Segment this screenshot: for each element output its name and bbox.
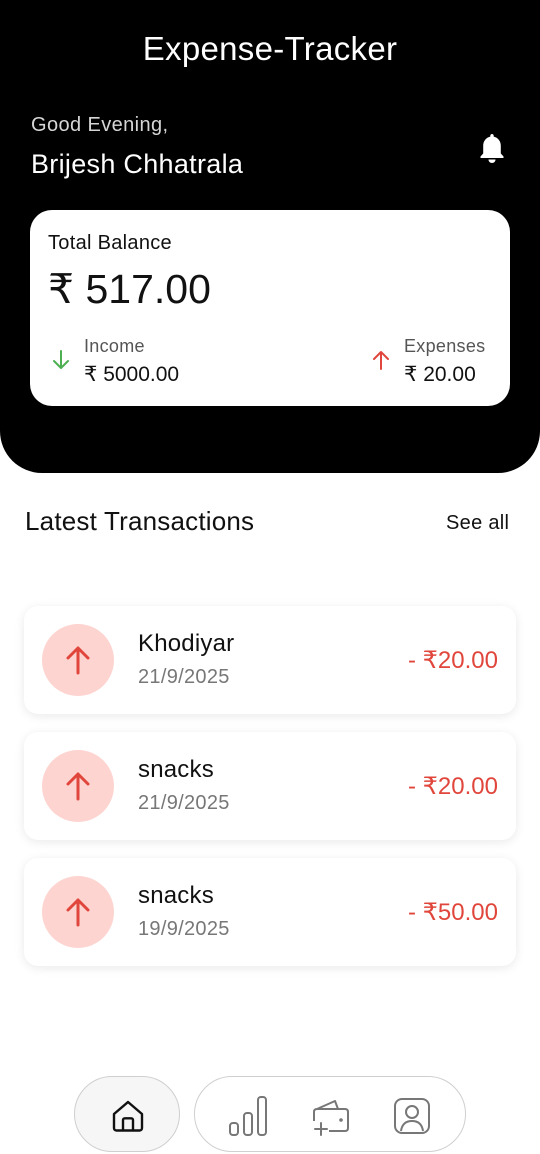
transaction-date: 19/9/2025 (138, 918, 230, 940)
transaction-icon-circle (42, 624, 114, 696)
home-icon (112, 1100, 144, 1132)
arrow-up-icon (66, 898, 90, 927)
total-balance-value: ₹ 517.00 (48, 266, 211, 312)
arrow-up-icon (66, 772, 90, 801)
nav-stats-button[interactable] (227, 1095, 269, 1137)
see-all-link[interactable]: See all (446, 512, 509, 535)
transaction-item[interactable]: snacks 21/9/2025 - ₹20.00 (24, 732, 516, 840)
arrow-down-icon (50, 348, 72, 372)
transaction-amount: - ₹50.00 (408, 899, 498, 926)
header: Expense-Tracker Good Evening, Brijesh Ch… (0, 0, 540, 473)
app-title: Expense-Tracker (142, 30, 398, 67)
nav-profile-button[interactable] (391, 1095, 433, 1137)
transaction-item[interactable]: Khodiyar 21/9/2025 - ₹20.00 (24, 606, 516, 714)
income-label: Income (84, 336, 145, 356)
balance-card: Total Balance ₹ 517.00 Income ₹ 5000.00 … (30, 210, 510, 406)
bottom-nav-group (194, 1076, 466, 1152)
transaction-date: 21/9/2025 (138, 792, 230, 814)
add-wallet-icon (313, 1100, 349, 1136)
transaction-icon-circle (42, 750, 114, 822)
bell-icon[interactable] (478, 132, 506, 164)
transaction-amount: - ₹20.00 (408, 647, 498, 674)
section-title: Latest Transactions (25, 506, 255, 536)
transaction-icon-circle (42, 876, 114, 948)
user-name: Brijesh Chhatrala (31, 149, 244, 179)
income-value: ₹ 5000.00 (84, 363, 180, 386)
transaction-item[interactable]: snacks 19/9/2025 - ₹50.00 (24, 858, 516, 966)
nav-add-wallet-button[interactable] (309, 1095, 351, 1137)
transaction-date: 21/9/2025 (138, 666, 230, 688)
transaction-name: snacks (138, 756, 214, 783)
transaction-amount: - ₹20.00 (408, 773, 498, 800)
total-balance-label: Total Balance (48, 232, 172, 254)
transaction-name: Khodiyar (138, 630, 235, 657)
profile-icon (394, 1098, 430, 1134)
arrow-up-icon (370, 348, 392, 372)
stats-icon (229, 1096, 267, 1136)
transaction-name: snacks (138, 882, 214, 909)
arrow-up-icon (66, 646, 90, 675)
expenses-value: ₹ 20.00 (404, 363, 476, 386)
greeting-text: Good Evening, (31, 114, 169, 136)
nav-home-button[interactable] (74, 1076, 180, 1152)
expenses-label: Expenses (404, 336, 486, 356)
